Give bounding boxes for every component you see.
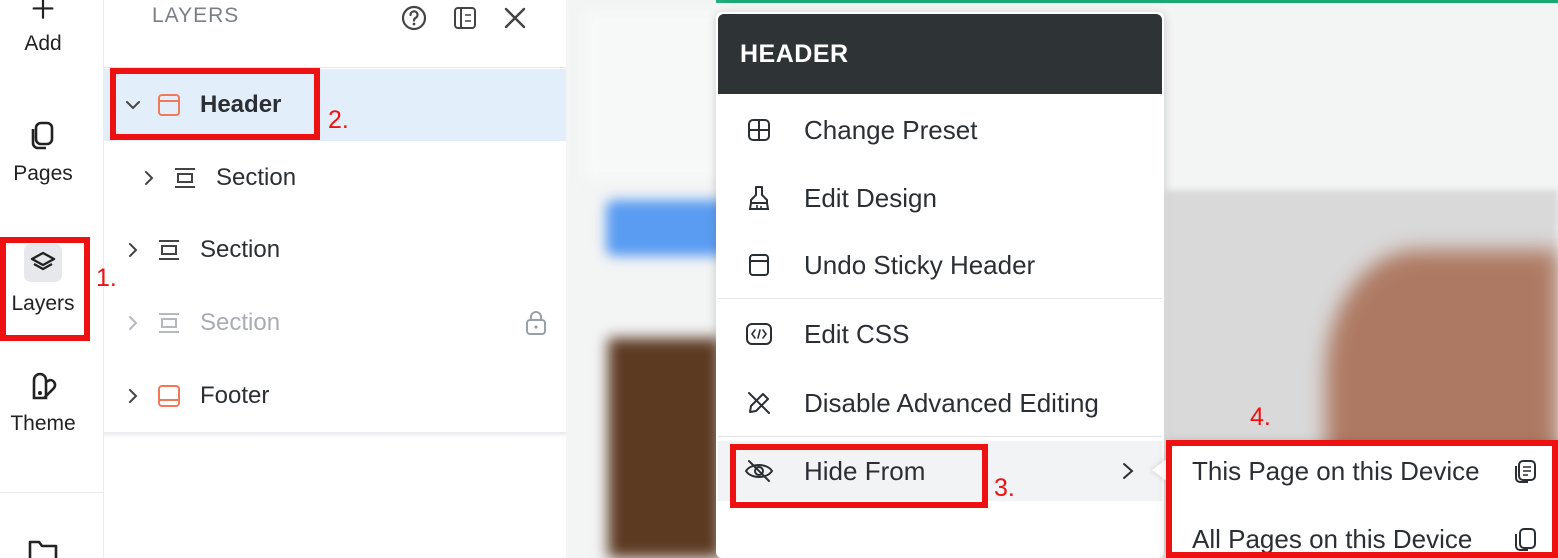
menu-divider <box>718 436 1162 437</box>
rail-theme-label: Theme <box>10 412 76 435</box>
section-icon <box>170 163 200 193</box>
menu-item-label: Edit CSS <box>804 318 910 349</box>
canvas-top-bar <box>716 0 1558 3</box>
layer-label: Section <box>216 164 297 191</box>
menu-item-edit-css[interactable]: Edit CSS <box>718 304 1162 364</box>
lock-icon[interactable] <box>524 309 548 342</box>
chevron-right-icon[interactable] <box>122 385 144 407</box>
help-icon <box>401 5 427 31</box>
chevron-right-icon[interactable] <box>138 167 160 189</box>
menu-item-disable-advanced-editing[interactable]: Disable Advanced Editing <box>718 373 1162 433</box>
section-icon <box>154 235 184 265</box>
annotation-box-3 <box>730 444 988 508</box>
rail-pages-button[interactable]: Pages <box>0 118 86 186</box>
panel-shadow <box>104 432 566 438</box>
menu-item-label: Change Preset <box>804 114 978 145</box>
layers-panel-header: LAYERS <box>104 0 566 68</box>
menu-title: HEADER <box>740 40 849 68</box>
brush-icon <box>744 183 774 213</box>
footer-icon <box>154 381 184 411</box>
chevron-right-icon[interactable] <box>122 312 144 334</box>
dock-button[interactable] <box>450 3 480 33</box>
help-button[interactable] <box>399 3 429 33</box>
annotation-box-2 <box>110 68 320 140</box>
rail-add-label: Add <box>24 32 62 55</box>
annotation-number-3: 3. <box>994 474 1015 502</box>
sticky-icon <box>744 250 774 280</box>
rail-theme-button[interactable]: Theme <box>0 368 86 436</box>
plus-icon <box>32 0 54 19</box>
pages-icon <box>31 121 54 150</box>
menu-item-label: Edit Design <box>804 182 937 213</box>
annotation-box-4 <box>1166 440 1558 558</box>
layer-row-footer[interactable]: Footer <box>104 360 566 432</box>
annotation-number-4: 4. <box>1250 403 1271 431</box>
annotation-number-1: 1. <box>96 264 117 292</box>
annotation-box-1 <box>0 237 90 341</box>
menu-item-undo-sticky-header[interactable]: Undo Sticky Header <box>718 235 1162 295</box>
close-panel-button[interactable] <box>500 3 530 33</box>
layer-row-section[interactable]: Section <box>104 214 566 286</box>
section-icon <box>154 308 184 338</box>
blurred-block <box>584 10 724 180</box>
rail-pages-label: Pages <box>13 162 73 185</box>
menu-item-label: Undo Sticky Header <box>804 249 1036 280</box>
theme-icon <box>32 372 57 400</box>
pen-off-icon <box>744 388 774 418</box>
close-icon <box>504 7 526 29</box>
menu-title-bar: HEADER <box>718 14 1162 94</box>
rail-add-button[interactable]: Add <box>0 0 86 56</box>
chevron-right-icon[interactable] <box>122 239 144 261</box>
code-icon <box>744 319 774 349</box>
layer-label: Footer <box>200 382 270 409</box>
dock-icon <box>454 7 476 29</box>
menu-item-change-preset[interactable]: Change Preset <box>718 100 1162 160</box>
layer-label: Section <box>200 236 281 263</box>
layers-panel-title: LAYERS <box>152 4 240 27</box>
layer-row-section-nested[interactable]: Section <box>104 142 566 214</box>
rail-divider <box>0 492 104 493</box>
folder-icon[interactable] <box>26 536 60 558</box>
menu-item-label: Disable Advanced Editing <box>804 387 1099 418</box>
layer-label: Section <box>200 309 281 336</box>
annotation-number-2: 2. <box>328 106 349 134</box>
menu-divider <box>718 298 1162 299</box>
blurred-button <box>606 200 726 256</box>
blurred-image <box>608 338 720 558</box>
menu-item-edit-design[interactable]: Edit Design <box>718 168 1162 228</box>
grid-icon <box>744 115 774 145</box>
chevron-right-icon <box>1118 461 1138 481</box>
layer-row-section-locked[interactable]: Section <box>104 287 566 359</box>
